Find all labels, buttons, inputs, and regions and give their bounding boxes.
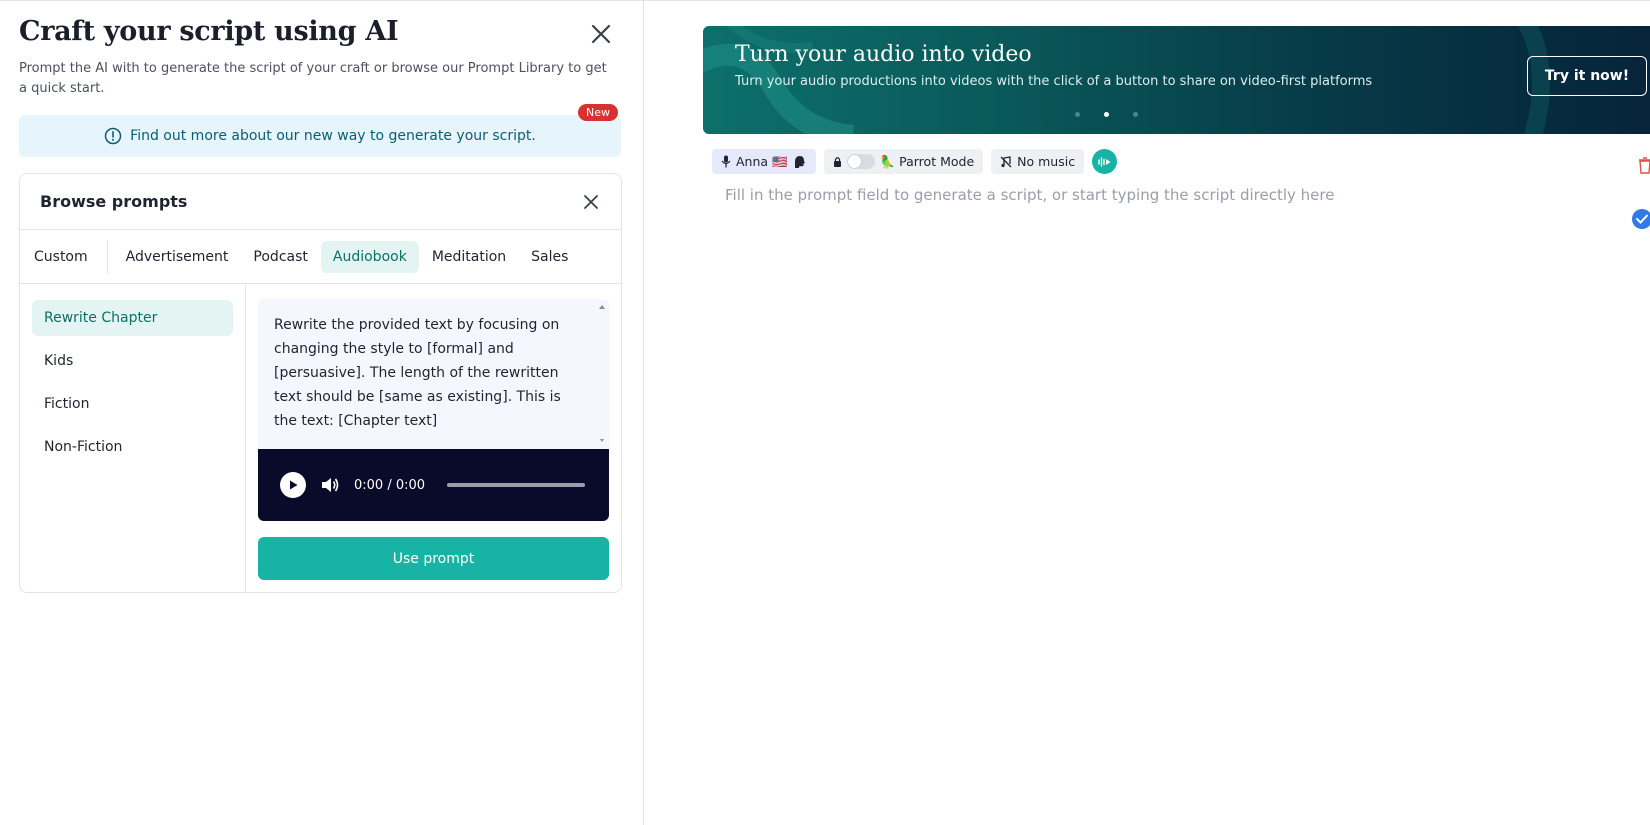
play-button[interactable] — [280, 472, 306, 498]
parrot-mode-toggle[interactable]: 🦜 Parrot Mode — [823, 149, 984, 174]
trash-icon[interactable] — [1638, 156, 1650, 174]
tab-meditation[interactable]: Meditation — [420, 241, 518, 273]
tab-custom[interactable]: Custom — [22, 241, 100, 273]
music-selector[interactable]: No music — [991, 149, 1085, 174]
voice-name: Anna 🇺🇸 — [736, 153, 788, 169]
prompt-scrollbar[interactable] — [595, 299, 609, 449]
speaking-head-icon — [794, 156, 805, 168]
player-time: 0:00 / 0:00 — [354, 477, 426, 493]
player-progress-track[interactable] — [447, 483, 586, 487]
app-root: Craft your script using AI Prompt the AI… — [0, 0, 1650, 825]
lock-icon — [833, 157, 841, 167]
info-icon — [104, 127, 122, 145]
panel-title: Craft your script using AI — [19, 16, 399, 47]
ai-script-panel: Craft your script using AI Prompt the AI… — [0, 1, 644, 825]
close-browse-icon[interactable] — [580, 191, 602, 213]
audio-player: 0:00 / 0:00 — [258, 449, 609, 521]
close-panel-icon[interactable] — [588, 21, 614, 47]
info-banner[interactable]: Find out more about our new way to gener… — [19, 115, 621, 157]
sound-wave-icon — [1098, 156, 1111, 167]
category-kids[interactable]: Kids — [32, 343, 233, 379]
tab-advertisement[interactable]: Advertisement — [114, 241, 241, 273]
parrot-mode-switch[interactable] — [846, 154, 875, 169]
parrot-mode-label: 🦜 Parrot Mode — [879, 153, 975, 169]
microphone-icon — [721, 155, 731, 168]
carousel-dots — [1075, 112, 1138, 117]
voice-selector[interactable]: Anna 🇺🇸 — [712, 149, 816, 174]
carousel-dot[interactable] — [1133, 112, 1138, 117]
play-icon — [290, 480, 298, 490]
browse-prompts-card: Browse prompts Custom Advertisement Podc… — [19, 173, 622, 593]
banner-subtitle: Turn your audio productions into videos … — [735, 74, 1373, 89]
try-it-now-button[interactable]: Try it now! — [1527, 56, 1647, 96]
prompt-preview: Rewrite the provided text by focusing on… — [258, 299, 609, 580]
audio-wave-button[interactable] — [1092, 149, 1118, 174]
category-rewrite-chapter[interactable]: Rewrite Chapter — [32, 300, 233, 336]
editor-toolbar: Anna 🇺🇸 🦜 Parrot Mode No music — [712, 149, 1118, 174]
prompt-text: Rewrite the provided text by focusing on… — [274, 317, 561, 429]
checkmark-icon — [1636, 214, 1648, 224]
category-list: Rewrite Chapter Kids Fiction Non-Fiction — [20, 285, 246, 592]
volume-icon[interactable] — [320, 476, 340, 494]
browse-body: Rewrite Chapter Kids Fiction Non-Fiction… — [20, 285, 621, 592]
prompt-text-box[interactable]: Rewrite the provided text by focusing on… — [258, 299, 609, 449]
promo-banner: Turn your audio into video Turn your aud… — [703, 26, 1650, 134]
tab-sales[interactable]: Sales — [519, 241, 580, 273]
tab-divider — [106, 239, 108, 274]
new-badge: New — [578, 104, 618, 121]
category-fiction[interactable]: Fiction — [32, 386, 233, 422]
banner-title: Turn your audio into video — [735, 42, 1032, 67]
check-circle-icon[interactable] — [1632, 209, 1650, 229]
category-non-fiction[interactable]: Non-Fiction — [32, 429, 233, 465]
panel-subtitle: Prompt the AI with to generate the scrip… — [19, 61, 607, 96]
no-music-icon — [1000, 155, 1012, 167]
carousel-dot-active[interactable] — [1104, 112, 1109, 117]
info-banner-text: Find out more about our new way to gener… — [130, 128, 536, 144]
prompt-tabs: Custom Advertisement Podcast Audiobook M… — [20, 230, 621, 284]
music-label: No music — [1017, 154, 1076, 169]
script-editor-placeholder[interactable]: Fill in the prompt field to generate a s… — [725, 186, 1334, 204]
tab-audiobook[interactable]: Audiobook — [320, 240, 419, 273]
tab-podcast[interactable]: Podcast — [241, 241, 319, 273]
browse-prompts-title: Browse prompts — [20, 174, 621, 230]
carousel-dot[interactable] — [1075, 112, 1080, 117]
use-prompt-button[interactable]: Use prompt — [258, 537, 609, 580]
